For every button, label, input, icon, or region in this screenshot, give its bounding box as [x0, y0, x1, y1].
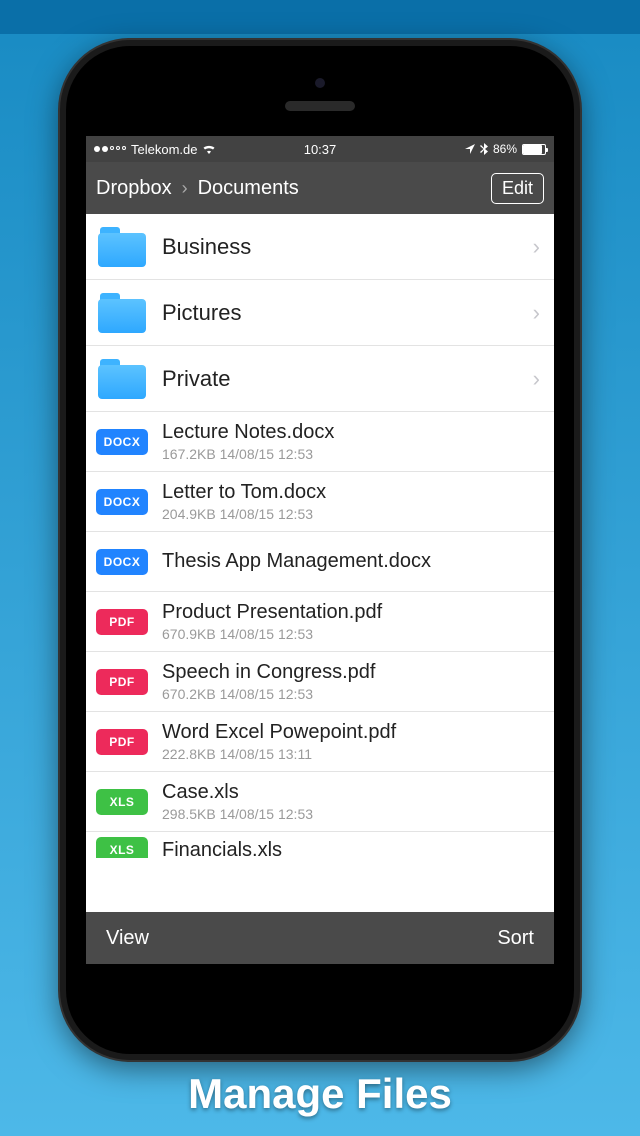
filetype-badge: DOCX — [96, 549, 148, 575]
file-name: Financials.xls — [162, 839, 540, 859]
clock: 10:37 — [304, 142, 337, 157]
wifi-icon — [202, 144, 216, 154]
folder-name: Pictures — [162, 300, 519, 326]
file-meta: 204.9KB 14/08/15 12:53 — [162, 506, 540, 522]
breadcrumb[interactable]: Dropbox › Documents — [96, 177, 491, 200]
folder-name: Private — [162, 366, 519, 392]
sort-button[interactable]: Sort — [497, 927, 534, 950]
folder-row[interactable]: Private › — [86, 346, 554, 412]
file-list[interactable]: Business › Pictures › Private › DOCX Lecture No… — [86, 214, 554, 912]
status-right: 86% — [465, 142, 546, 156]
file-row[interactable]: DOCX Lecture Notes.docx 167.2KB 14/08/15 1… — [86, 412, 554, 472]
edit-button[interactable]: Edit — [491, 173, 544, 204]
folder-name: Business — [162, 234, 519, 260]
file-row[interactable]: PDF Speech in Congress.pdf 670.2KB 14/08/1… — [86, 652, 554, 712]
nav-bar: Dropbox › Documents Edit — [86, 162, 554, 214]
file-meta: 298.5KB 14/08/15 12:53 — [162, 806, 540, 822]
chevron-right-icon: › — [533, 300, 540, 326]
chevron-right-icon: › — [533, 234, 540, 260]
file-name: Thesis App Management.docx — [162, 550, 540, 573]
carrier-label: Telekom.de — [131, 142, 197, 157]
filetype-badge: PDF — [96, 609, 148, 635]
file-name: Speech in Congress.pdf — [162, 661, 540, 684]
file-meta: 222.8KB 14/08/15 13:11 — [162, 746, 540, 762]
folder-icon — [96, 227, 148, 267]
breadcrumb-current: Documents — [198, 177, 299, 200]
breadcrumb-parent[interactable]: Dropbox — [96, 177, 172, 200]
file-info: Speech in Congress.pdf 670.2KB 14/08/15 1… — [162, 661, 540, 702]
filetype-badge: DOCX — [96, 429, 148, 455]
folder-row[interactable]: Business › — [86, 214, 554, 280]
signal-icon — [94, 146, 126, 152]
folder-icon — [96, 293, 148, 333]
phone-frame: Telekom.de 10:37 86% Dropbox › Documents — [60, 40, 580, 1060]
file-row[interactable]: DOCX Thesis App Management.docx — [86, 532, 554, 592]
filetype-badge: PDF — [96, 729, 148, 755]
file-name: Case.xls — [162, 781, 540, 804]
chevron-right-icon: › — [533, 366, 540, 392]
battery-pct: 86% — [493, 142, 517, 156]
file-info: Letter to Tom.docx 204.9KB 14/08/15 12:53 — [162, 481, 540, 522]
file-name: Product Presentation.pdf — [162, 601, 540, 624]
status-left: Telekom.de — [94, 142, 465, 157]
file-row[interactable]: XLS Financials.xls — [86, 832, 554, 858]
file-name: Word Excel Powepoint.pdf — [162, 721, 540, 744]
filetype-badge: XLS — [96, 837, 148, 858]
file-row[interactable]: DOCX Letter to Tom.docx 204.9KB 14/08/15 1… — [86, 472, 554, 532]
file-meta: 670.2KB 14/08/15 12:53 — [162, 686, 540, 702]
file-meta: 167.2KB 14/08/15 12:53 — [162, 446, 540, 462]
bluetooth-icon — [480, 143, 488, 155]
file-info: Case.xls 298.5KB 14/08/15 12:53 — [162, 781, 540, 822]
file-meta: 670.9KB 14/08/15 12:53 — [162, 626, 540, 642]
filetype-badge: XLS — [96, 789, 148, 815]
bottom-toolbar: View Sort — [86, 912, 554, 964]
speaker-slot — [285, 101, 355, 111]
file-row[interactable]: XLS Case.xls 298.5KB 14/08/15 12:53 — [86, 772, 554, 832]
file-row[interactable]: PDF Word Excel Powepoint.pdf 222.8KB 14/08… — [86, 712, 554, 772]
file-info: Thesis App Management.docx — [162, 550, 540, 573]
file-name: Lecture Notes.docx — [162, 421, 540, 444]
view-button[interactable]: View — [106, 927, 149, 950]
filetype-badge: DOCX — [96, 489, 148, 515]
folder-icon — [96, 359, 148, 399]
file-row[interactable]: PDF Product Presentation.pdf 670.9KB 14/08… — [86, 592, 554, 652]
file-info: Product Presentation.pdf 670.9KB 14/08/15… — [162, 601, 540, 642]
filetype-badge: PDF — [96, 669, 148, 695]
promo-caption: Manage Files — [0, 1070, 640, 1118]
file-info: Lecture Notes.docx 167.2KB 14/08/15 12:53 — [162, 421, 540, 462]
location-icon — [465, 144, 475, 154]
phone-body: Telekom.de 10:37 86% Dropbox › Documents — [66, 46, 574, 1054]
camera-dot — [315, 78, 325, 88]
screen: Telekom.de 10:37 86% Dropbox › Documents — [86, 136, 554, 964]
file-info: Financials.xls — [162, 839, 540, 859]
status-bar: Telekom.de 10:37 86% — [86, 136, 554, 162]
folder-row[interactable]: Pictures › — [86, 280, 554, 346]
file-info: Word Excel Powepoint.pdf 222.8KB 14/08/15… — [162, 721, 540, 762]
file-name: Letter to Tom.docx — [162, 481, 540, 504]
chevron-right-icon: › — [182, 178, 188, 199]
battery-icon — [522, 144, 546, 155]
